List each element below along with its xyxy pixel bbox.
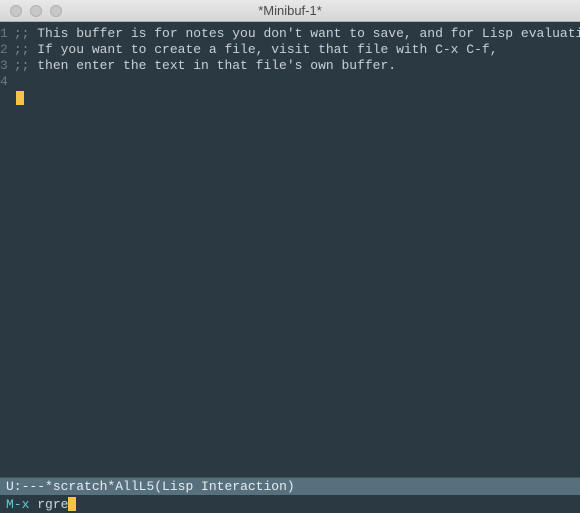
comment-delimiter: ;;: [14, 26, 37, 41]
modeline-status: U:---: [6, 479, 45, 494]
window-title: *Minibuf-1*: [0, 3, 580, 18]
comment-text: then enter the text in that file's own b…: [37, 58, 396, 73]
comment-text: If you want to create a file, visit that…: [37, 42, 497, 57]
main-buffer[interactable]: 1 2 3 4 ;; This buffer is for notes you …: [0, 22, 580, 477]
cursor-icon: [68, 497, 76, 511]
modeline-line: L5: [139, 479, 155, 494]
line-number: 4: [0, 74, 8, 90]
comment-delimiter: ;;: [14, 42, 37, 57]
close-icon[interactable]: [10, 5, 22, 17]
buffer-line: ;; This buffer is for notes you don't wa…: [14, 26, 580, 42]
comment-delimiter: ;;: [14, 58, 37, 73]
minibuffer[interactable]: M-x rgre: [0, 495, 580, 513]
line-number: 2: [0, 42, 8, 58]
minibuffer-input[interactable]: rgre: [37, 497, 68, 512]
window-controls: [0, 5, 62, 17]
buffer-line: ;; then enter the text in that file's ow…: [14, 58, 580, 74]
emacs-window: *Minibuf-1* 1 2 3 4 ;; This buffer is fo…: [0, 0, 580, 513]
line-number-gutter: 1 2 3 4: [0, 26, 14, 477]
cursor-line: [14, 90, 580, 106]
minibuffer-prompt: M-x: [6, 497, 37, 512]
buffer-line: ;; If you want to create a file, visit t…: [14, 42, 580, 58]
editor-frame: 1 2 3 4 ;; This buffer is for notes you …: [0, 22, 580, 513]
titlebar: *Minibuf-1*: [0, 0, 580, 22]
cursor-icon: [16, 91, 24, 105]
buffer-text[interactable]: ;; This buffer is for notes you don't wa…: [14, 26, 580, 477]
modeline-buffer-name: *scratch*: [45, 479, 115, 494]
minimize-icon[interactable]: [30, 5, 42, 17]
modeline-position: All: [115, 479, 138, 494]
line-number: 1: [0, 26, 8, 42]
modeline-mode: (Lisp Interaction): [154, 479, 294, 494]
line-number: 3: [0, 58, 8, 74]
comment-text: This buffer is for notes you don't want …: [37, 26, 580, 41]
buffer-line: [14, 74, 580, 90]
zoom-icon[interactable]: [50, 5, 62, 17]
modeline[interactable]: U:--- *scratch* All L5 (Lisp Interaction…: [0, 477, 580, 495]
